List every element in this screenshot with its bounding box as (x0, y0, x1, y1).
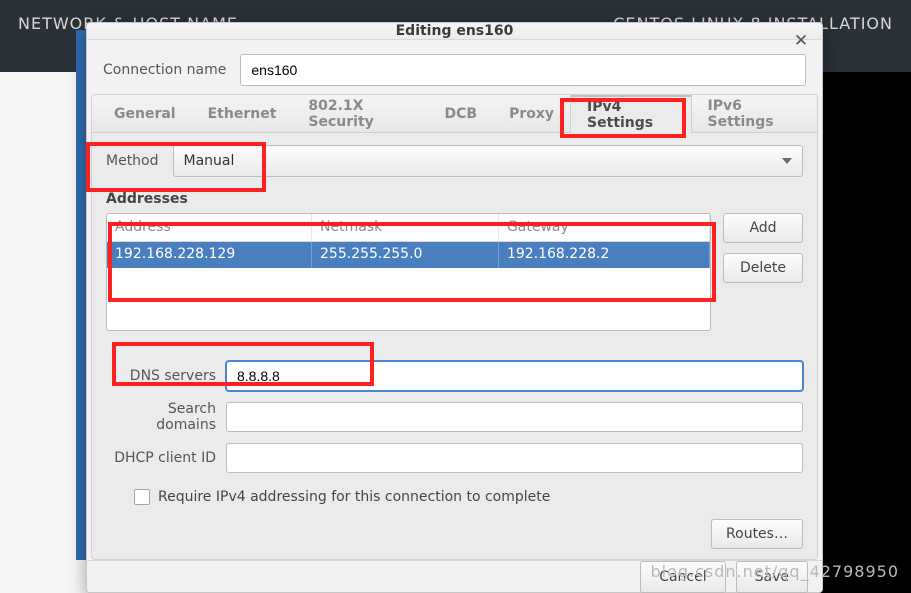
search-row: Search domains (106, 401, 803, 433)
col-netmask: Netmask (312, 214, 499, 241)
connection-name-row: Connection name (87, 40, 822, 94)
cell-gateway: 192.168.228.2 (499, 242, 710, 268)
search-domains-label: Search domains (106, 401, 226, 433)
addresses-buttons: Add Delete (723, 213, 803, 331)
watermark: blog.csdn.net/qq_42798950 (650, 562, 899, 581)
cell-address: 192.168.228.129 (107, 242, 312, 268)
dhcpid-row: DHCP client ID (106, 443, 803, 473)
tab-dcb[interactable]: DCB (429, 95, 494, 132)
routes-button[interactable]: Routes… (711, 519, 803, 549)
dialog-title: Editing ens160 (396, 23, 514, 39)
tab-8021x-security[interactable]: 802.1X Security (292, 95, 428, 132)
ipv4-content: Method Manual Addresses Address Netmask … (92, 133, 817, 559)
col-gateway: Gateway (499, 214, 710, 241)
addresses-table[interactable]: Address Netmask Gateway 192.168.228.129 … (106, 213, 711, 331)
settings-panel: General Ethernet 802.1X Security DCB Pro… (91, 94, 818, 560)
addresses-heading: Addresses (106, 191, 803, 207)
dialog-titlebar: Editing ens160 ✕ (87, 23, 822, 40)
add-button[interactable]: Add (723, 213, 803, 243)
require-ipv4-checkbox[interactable] (134, 489, 150, 505)
dhcp-client-id-input[interactable] (226, 443, 803, 473)
dns-servers-input[interactable] (226, 361, 803, 391)
require-ipv4-row[interactable]: Require IPv4 addressing for this connect… (134, 489, 803, 505)
tabs-bar: General Ethernet 802.1X Security DCB Pro… (92, 95, 817, 133)
dns-label: DNS servers (106, 368, 226, 384)
require-ipv4-label: Require IPv4 addressing for this connect… (158, 489, 550, 505)
dns-row: DNS servers (106, 361, 803, 391)
tab-ipv4-settings[interactable]: IPv4 Settings (570, 95, 691, 133)
table-row[interactable]: 192.168.228.129 255.255.255.0 192.168.22… (107, 242, 710, 268)
cell-netmask: 255.255.255.0 (312, 242, 499, 268)
connection-name-label: Connection name (103, 62, 226, 78)
method-row: Method Manual (106, 145, 803, 177)
nm-connection-editor-dialog: Editing ens160 ✕ Connection name General… (86, 22, 823, 593)
col-address: Address (107, 214, 312, 241)
addresses-area: Address Netmask Gateway 192.168.228.129 … (106, 213, 803, 331)
tab-ipv6-settings[interactable]: IPv6 Settings (692, 95, 811, 132)
field-rows: DNS servers Search domains DHCP client I… (106, 361, 803, 473)
delete-button[interactable]: Delete (723, 253, 803, 283)
search-domains-input[interactable] (226, 402, 803, 432)
method-value: Manual (184, 153, 235, 169)
tab-ethernet[interactable]: Ethernet (192, 95, 293, 132)
dialog-close-button[interactable]: ✕ (790, 31, 812, 53)
connection-name-input[interactable] (240, 54, 806, 86)
method-select[interactable]: Manual (173, 145, 803, 177)
method-label: Method (106, 153, 159, 169)
tab-proxy[interactable]: Proxy (493, 95, 570, 132)
tab-general[interactable]: General (98, 95, 192, 132)
addresses-header: Address Netmask Gateway (107, 214, 710, 242)
routes-row: Routes… (106, 519, 803, 549)
dhcp-client-id-label: DHCP client ID (106, 450, 226, 466)
chevron-down-icon (782, 158, 792, 164)
